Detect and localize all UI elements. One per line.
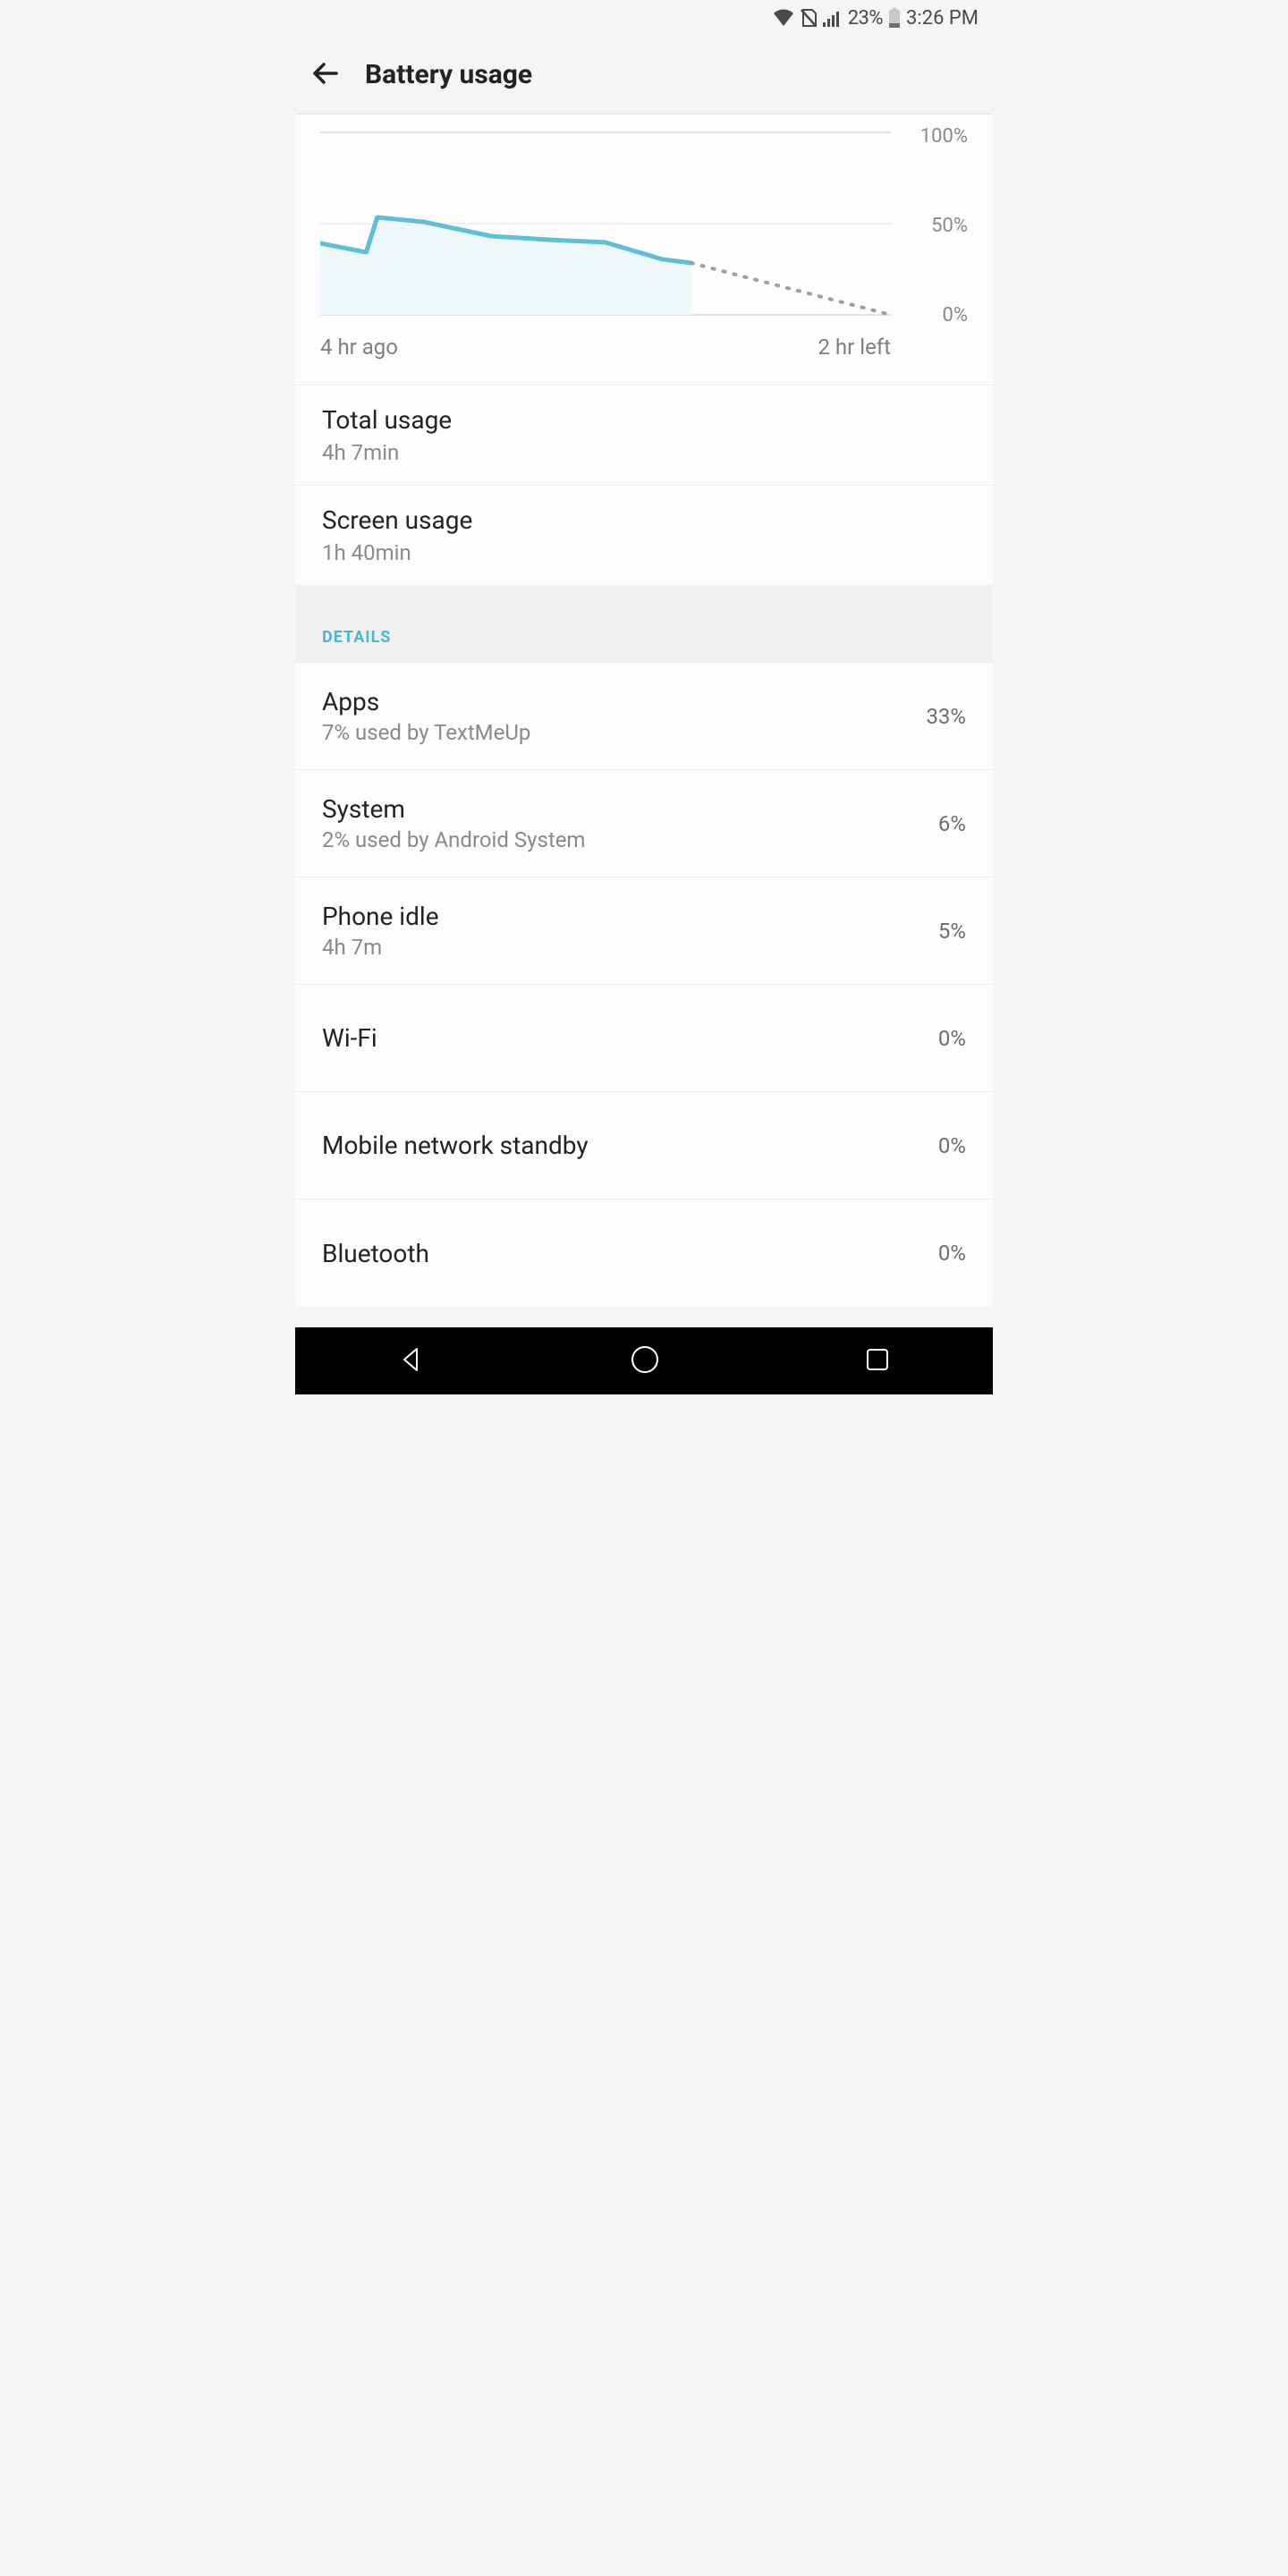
total-usage-row[interactable]: Total usage 4h 7min [295,385,993,485]
page-title: Battery usage [365,59,532,90]
screen-usage-value: 1h 40min [322,540,966,565]
detail-row-wifi[interactable]: Wi-Fi 0% [295,985,993,1092]
detail-row-apps[interactable]: Apps 7% used by TextMeUp 33% [295,663,993,770]
detail-row-phone-idle[interactable]: Phone idle 4h 7m 5% [295,877,993,985]
detail-sub: 2% used by Android System [322,827,585,852]
signal-icon [823,9,843,27]
detail-percent: 6% [938,811,966,836]
total-usage-value: 4h 7min [322,440,966,465]
chart-y-axis: 100% 50% 0% [896,131,968,318]
battery-icon [888,7,901,29]
nav-recent-icon[interactable] [864,1346,891,1377]
detail-name: Bluetooth [322,1239,429,1268]
detail-name: Wi-Fi [322,1023,377,1053]
y-tick-0: 0% [943,304,968,326]
nav-back-icon[interactable] [397,1345,426,1377]
x-tick-end: 2 hr left [818,335,891,360]
status-battery-percent: 23% [848,7,883,30]
details-list: Apps 7% used by TextMeUp 33% System 2% u… [295,663,993,1307]
detail-percent: 5% [938,919,966,944]
status-bar: 23% 3:26 PM [295,0,993,36]
detail-row-bluetooth[interactable]: Bluetooth 0% [295,1199,993,1307]
usage-summary: Total usage 4h 7min Screen usage 1h 40mi… [295,385,993,585]
detail-percent: 0% [938,1241,966,1266]
navigation-bar [295,1327,993,1394]
detail-name: Mobile network standby [322,1131,589,1160]
detail-row-mobile-standby[interactable]: Mobile network standby 0% [295,1092,993,1199]
details-header: DETAILS [295,585,993,663]
detail-percent: 0% [938,1133,966,1158]
screen-usage-label: Screen usage [322,505,966,535]
no-sim-icon [800,8,818,28]
detail-name: System [322,794,585,824]
chart-x-axis: 4 hr ago 2 hr left [320,335,891,360]
wifi-icon [773,9,794,27]
detail-percent: 0% [938,1026,966,1051]
detail-sub: 7% used by TextMeUp [322,720,530,745]
detail-sub: 4h 7m [322,935,439,960]
battery-chart-card: 100% 50% 0% 4 hr ago 2 hr left [295,114,993,385]
y-tick-50: 50% [931,215,968,237]
back-icon[interactable] [309,57,342,93]
x-tick-start: 4 hr ago [320,335,398,360]
total-usage-label: Total usage [322,405,966,435]
screen-usage-row[interactable]: Screen usage 1h 40min [295,485,993,585]
detail-row-system[interactable]: System 2% used by Android System 6% [295,770,993,877]
detail-name: Apps [322,687,530,716]
detail-percent: 33% [926,704,966,729]
status-time: 3:26 PM [906,7,979,30]
detail-name: Phone idle [322,902,439,931]
nav-home-icon[interactable] [630,1344,660,1378]
y-tick-100: 100% [920,125,968,148]
app-bar: Battery usage [295,36,993,114]
battery-chart: 100% 50% 0% [320,131,891,318]
